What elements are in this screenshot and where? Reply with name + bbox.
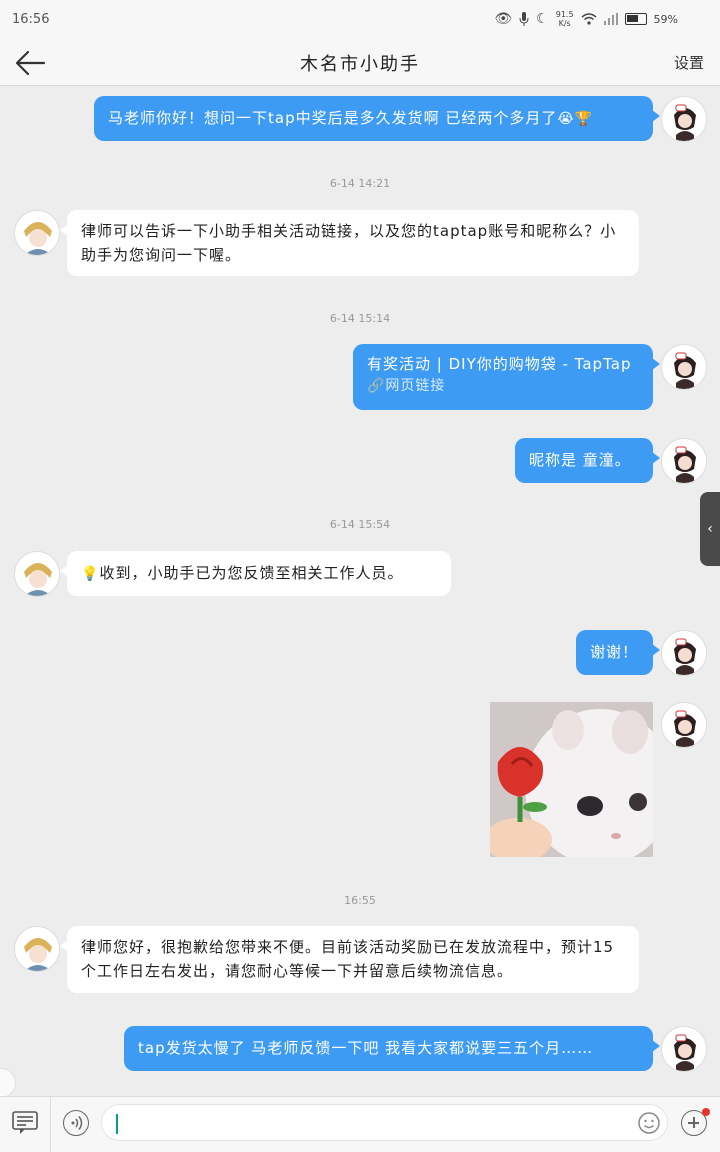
net-speed: 91.5 K/s — [556, 10, 574, 28]
floating-edge-button[interactable] — [0, 1068, 16, 1098]
cat-sticker-image[interactable] — [490, 702, 653, 857]
outgoing-message[interactable]: 马老师你好！想问一下tap中奖后是多久发货啊 已经两个多月了😭🏆 — [94, 96, 660, 141]
timestamp: 6-14 15:54 — [329, 518, 391, 531]
my-avatar[interactable] — [661, 438, 707, 484]
text-caret — [116, 1114, 118, 1134]
signal-icon — [603, 13, 618, 25]
message-input[interactable] — [101, 1104, 668, 1141]
my-avatar[interactable] — [661, 1026, 707, 1072]
lightbulb-icon: 💡 — [81, 566, 100, 582]
timestamp: 6-14 14:21 — [329, 177, 391, 190]
my-avatar[interactable] — [661, 96, 707, 142]
chat-header: 木名市小助手 设置 — [0, 40, 720, 86]
message-text: 律师可以告诉一下小助手相关活动链接，以及您的taptap账号和昵称么？小助手为您… — [81, 222, 617, 264]
outgoing-message[interactable]: tap发货太慢了 马老师反馈一下吧 我看大家都说要三五个月…… — [124, 1026, 660, 1071]
net-speed-unit: K/s — [558, 19, 571, 28]
message-emoji: 😭🏆 — [557, 111, 594, 127]
message-text: 谢谢！ — [590, 643, 639, 661]
status-icons: 👁 ☾ 91.5 K/s 59% — [494, 10, 678, 28]
page-title: 木名市小助手 — [300, 54, 420, 75]
my-avatar[interactable] — [661, 344, 707, 390]
battery-percent: 59% — [653, 12, 678, 26]
battery-icon — [624, 13, 647, 25]
outgoing-message[interactable]: 昵称是 童潼。 — [515, 438, 660, 483]
message-text: tap发货太慢了 马老师反馈一下吧 我看大家都说要三五个月…… — [138, 1039, 594, 1057]
notification-dot — [702, 1108, 710, 1116]
moon-icon: ☾ — [536, 11, 549, 27]
divider — [50, 1097, 51, 1152]
assistant-avatar[interactable] — [14, 210, 60, 256]
status-time: 16:56 — [12, 12, 50, 27]
outgoing-message[interactable]: 谢谢！ — [576, 630, 660, 675]
wifi-icon — [581, 13, 597, 25]
message-text: 收到，小助手已为您反馈至相关工作人员。 — [99, 564, 404, 582]
settings-button[interactable]: 设置 — [674, 52, 704, 73]
microphone-icon — [519, 12, 529, 26]
my-avatar[interactable] — [661, 630, 707, 676]
outgoing-link-message[interactable]: 有奖活动 | DIY你的购物袋 - TapTap 🔗网页链接 — [353, 344, 660, 410]
status-bar: 16:56 👁 ☾ 91.5 K/s 59% — [0, 0, 720, 40]
my-avatar[interactable] — [661, 702, 707, 748]
assistant-avatar[interactable] — [14, 551, 60, 597]
message-input-bar — [0, 1096, 720, 1152]
message-text: 马老师你好！想问一下tap中奖后是多久发货啊 已经两个多月了 — [108, 109, 558, 127]
incoming-message[interactable]: 律师您好，很抱歉给您带来不便。目前该活动奖励已在发放流程中，预计15个工作日左右… — [60, 926, 639, 993]
voice-icon[interactable] — [63, 1110, 89, 1136]
menu-icon[interactable] — [12, 1111, 38, 1135]
side-panel-handle[interactable]: ‹ — [700, 492, 720, 566]
message-text: 昵称是 童潼。 — [529, 451, 631, 469]
net-speed-value: 91.5 — [555, 10, 574, 19]
emoji-icon[interactable] — [637, 1111, 661, 1135]
timestamp: 6-14 15:14 — [329, 312, 391, 325]
timestamp: 16:55 — [344, 894, 376, 907]
message-text: 律师您好，很抱歉给您带来不便。目前该活动奖励已在发放流程中，预计15个工作日左右… — [81, 938, 615, 980]
assistant-avatar[interactable] — [14, 926, 60, 972]
eye-icon: 👁 — [494, 11, 513, 27]
chevron-left-icon: ‹ — [707, 521, 713, 537]
incoming-message[interactable]: 💡收到，小助手已为您反馈至相关工作人员。 — [60, 551, 451, 596]
link-label[interactable]: 🔗网页链接 — [367, 376, 639, 396]
link-title[interactable]: 有奖活动 | DIY你的购物袋 - TapTap — [367, 355, 631, 373]
incoming-message[interactable]: 律师可以告诉一下小助手相关活动链接，以及您的taptap账号和昵称么？小助手为您… — [60, 210, 639, 276]
